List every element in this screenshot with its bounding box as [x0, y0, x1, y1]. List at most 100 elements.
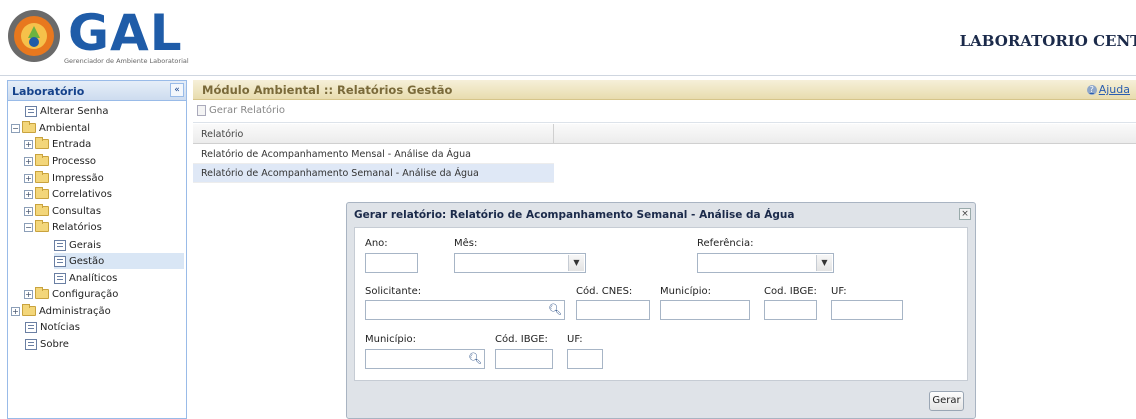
sidebar-item-alterar-senha[interactable]: Alterar Senha — [25, 103, 109, 119]
sidebar-item-label: Analíticos — [69, 272, 118, 284]
expand-toggle-icon[interactable]: + — [24, 156, 33, 166]
expand-toggle-icon[interactable]: + — [24, 289, 33, 299]
search-icon[interactable]: 🔍︎ — [467, 351, 483, 367]
sidebar-header: Laboratório « — [8, 81, 186, 101]
sidebar-item-entrada[interactable]: + Entrada — [24, 136, 91, 152]
cod-cnes-label: Cód. CNES: — [576, 286, 633, 297]
logo-emblem-icon — [8, 10, 60, 62]
expand-toggle-icon[interactable]: + — [24, 189, 33, 199]
table-row-selected[interactable]: Relatório de Acompanhamento Semanal - An… — [193, 164, 554, 183]
document-icon — [25, 338, 37, 350]
sidebar-item-relatorios[interactable]: − Relatórios — [24, 219, 102, 235]
logo-subtitle: Gerenciador de Ambiente Laboratorial — [64, 57, 189, 65]
table-row[interactable]: Relatório de Acompanhamento Mensal - Aná… — [193, 145, 554, 164]
document-icon — [54, 255, 66, 267]
municipio-search-field[interactable]: 🔍︎ — [365, 349, 485, 369]
ano-label: Ano: — [365, 238, 388, 249]
grid-header: Relatório — [193, 124, 1136, 144]
sidebar-item-processo[interactable]: + Processo — [24, 153, 96, 169]
close-icon[interactable]: × — [959, 208, 971, 220]
sidebar-item-sobre[interactable]: Sobre — [25, 336, 69, 352]
sidebar-item-label: Notícias — [40, 321, 80, 333]
sidebar-item-noticias[interactable]: Notícias — [25, 319, 80, 335]
page-title: Módulo Ambiental :: Relatórios Gestão — [202, 83, 453, 97]
document-icon — [197, 105, 206, 116]
folder-icon — [35, 204, 49, 216]
document-icon — [54, 239, 66, 251]
column-divider — [553, 124, 554, 144]
chevron-down-icon[interactable]: ▼ — [816, 255, 832, 271]
ano-field[interactable] — [365, 253, 418, 273]
solicitante-label: Solicitante: — [365, 286, 422, 297]
cod-cnes-field[interactable] — [576, 300, 650, 320]
main-toolbar: Gerar Relatório — [193, 101, 1136, 123]
collapse-icon[interactable]: « — [170, 83, 184, 97]
dialog-title: Gerar relatório: Relatório de Acompanham… — [354, 209, 795, 221]
sidebar-item-label: Correlativos — [52, 188, 112, 200]
header-divider — [0, 75, 1136, 76]
column-header-relatorio[interactable]: Relatório — [201, 129, 243, 140]
gerar-relatorio-dialog: Gerar relatório: Relatório de Acompanham… — [346, 202, 976, 419]
gerar-relatorio-label: Gerar Relatório — [209, 105, 286, 116]
expand-toggle-icon[interactable]: + — [11, 306, 20, 316]
mes-select[interactable]: ▼ — [454, 253, 586, 273]
mes-label: Mês: — [454, 238, 478, 249]
uf-label: UF: — [831, 286, 847, 297]
dialog-form: Ano: Mês: ▼ Referência: ▼ Solicitante: 🔍… — [354, 227, 968, 381]
cod-ibge-field-2[interactable] — [495, 349, 553, 369]
folder-icon — [35, 171, 49, 183]
app-header: GAL Gerenciador de Ambiente Laboratorial… — [0, 0, 1136, 76]
main-panel-header: Módulo Ambiental :: Relatórios Gestão ? … — [193, 80, 1136, 100]
uf-field-2[interactable] — [567, 349, 603, 369]
sidebar-item-label: Entrada — [52, 138, 92, 150]
sidebar-item-label: Alterar Senha — [40, 105, 109, 117]
sidebar-item-gestao[interactable]: Gestão — [54, 253, 184, 269]
folder-icon — [35, 187, 49, 199]
sidebar-item-analiticos[interactable]: Analíticos — [54, 270, 117, 286]
collapse-toggle-icon[interactable]: − — [11, 123, 20, 133]
sidebar-item-configuracao[interactable]: + Configuração — [24, 286, 118, 302]
cod-ibge-field[interactable] — [764, 300, 817, 320]
sidebar-item-label: Ambiental — [39, 122, 91, 134]
collapse-toggle-icon[interactable]: − — [24, 222, 33, 232]
sidebar-title: Laboratório — [12, 85, 85, 98]
lab-title: LABORATORIO CENTRAL — [959, 32, 1136, 50]
cod-ibge-label-2: Cód. IBGE: — [495, 334, 548, 345]
help-link[interactable]: ? Ajuda — [1086, 83, 1130, 96]
sidebar-item-correlativos[interactable]: + Correlativos — [24, 186, 112, 202]
folder-open-icon — [22, 121, 36, 133]
municipio-label-2: Município: — [365, 334, 416, 345]
sidebar-item-consultas[interactable]: + Consultas — [24, 203, 101, 219]
sidebar-item-ambiental[interactable]: − Ambiental — [11, 120, 90, 136]
document-icon — [25, 105, 37, 117]
gerar-relatorio-button[interactable]: Gerar Relatório — [197, 105, 285, 116]
sidebar-item-label: Consultas — [52, 205, 102, 217]
folder-icon — [35, 287, 49, 299]
uf-field[interactable] — [831, 300, 903, 320]
gal-logo: GAL Gerenciador de Ambiente Laboratorial — [6, 4, 192, 66]
cod-ibge-label: Cod. IBGE: — [764, 286, 817, 297]
sidebar-item-administracao[interactable]: + Administração — [11, 303, 111, 319]
sidebar-item-label: Impressão — [52, 172, 104, 184]
sidebar-item-impressao[interactable]: + Impressão — [24, 170, 104, 186]
document-icon — [54, 272, 66, 284]
help-label: Ajuda — [1098, 83, 1130, 96]
referencia-select[interactable]: ▼ — [697, 253, 834, 273]
gerar-button[interactable]: Gerar — [929, 391, 964, 411]
sidebar-item-label: Gerais — [69, 239, 102, 251]
solicitante-field[interactable]: 🔍︎ — [365, 300, 565, 320]
municipio-field[interactable] — [660, 300, 750, 320]
expand-toggle-icon[interactable]: + — [24, 173, 33, 183]
sidebar-item-label: Processo — [52, 155, 97, 167]
sidebar-item-label: Gestão — [69, 255, 105, 267]
expand-toggle-icon[interactable]: + — [24, 139, 33, 149]
uf-label-2: UF: — [567, 334, 583, 345]
search-icon[interactable]: 🔍︎ — [547, 302, 563, 318]
help-icon: ? — [1086, 84, 1097, 95]
sidebar-item-gerais[interactable]: Gerais — [54, 237, 101, 253]
folder-open-icon — [35, 220, 49, 232]
document-icon — [25, 321, 37, 333]
expand-toggle-icon[interactable]: + — [24, 206, 33, 216]
chevron-down-icon[interactable]: ▼ — [568, 255, 584, 271]
folder-icon — [35, 137, 49, 149]
